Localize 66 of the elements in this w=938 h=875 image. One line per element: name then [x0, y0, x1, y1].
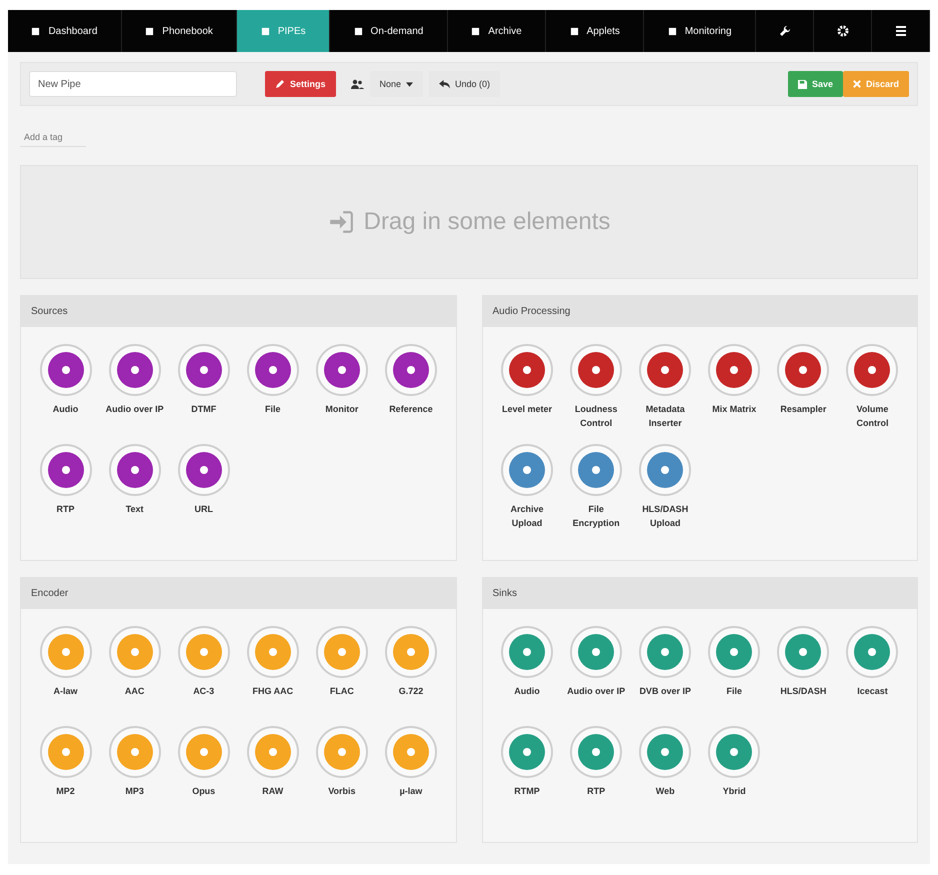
element-tile[interactable]: MP3: [100, 725, 170, 817]
element-tile[interactable]: Reference: [376, 343, 446, 435]
element-tile[interactable]: AAC: [100, 625, 170, 717]
panel-title: Audio Processing: [492, 306, 570, 317]
sign-in-icon: [328, 209, 354, 235]
panel-title: Sources: [31, 306, 68, 317]
settings-icon: [836, 25, 849, 37]
square-icon: [145, 26, 154, 36]
group-dropdown[interactable]: None: [370, 71, 424, 97]
element-tile[interactable]: A-law: [31, 625, 100, 717]
element-tile[interactable]: Metadata Inserter: [630, 343, 700, 435]
element-tile[interactable]: Opus: [169, 725, 238, 817]
element-tile[interactable]: Icecast: [838, 625, 907, 717]
element-tile[interactable]: FHG AAC: [238, 625, 308, 717]
settings-button[interactable]: Settings: [265, 71, 336, 97]
element-tile[interactable]: Audio over IP: [562, 625, 631, 717]
element-tile[interactable]: File Encryption: [562, 443, 631, 535]
element-tile[interactable]: File: [700, 625, 769, 717]
square-icon: [668, 26, 677, 36]
square-icon: [31, 26, 40, 36]
element-tile[interactable]: Ybrid: [700, 725, 769, 817]
element-tile[interactable]: RTP: [562, 725, 631, 817]
undo-button[interactable]: Undo (0): [429, 71, 500, 97]
element-tile[interactable]: DVB over IP: [630, 625, 700, 717]
element-tile[interactable]: File: [238, 343, 308, 435]
wrench-icon: [778, 25, 791, 37]
square-icon: [354, 26, 363, 36]
tag-field[interactable]: Add a tag: [20, 128, 86, 147]
element-tile[interactable]: RAW: [238, 725, 308, 817]
element-tile[interactable]: MP2: [31, 725, 100, 817]
element-tile[interactable]: Monitor: [307, 343, 376, 435]
element-tile[interactable]: FLAC: [307, 625, 376, 717]
square-icon: [471, 26, 480, 36]
back-arrow-icon: [439, 80, 450, 88]
panel-title: Encoder: [31, 588, 68, 599]
element-tile[interactable]: Level meter: [492, 343, 562, 435]
name-field[interactable]: New Pipe: [29, 71, 237, 97]
element-tile[interactable]: Vorbis: [307, 725, 376, 817]
element-tile[interactable]: Audio: [492, 625, 562, 717]
element-tile[interactable]: Text: [100, 443, 170, 535]
menu-icon: [894, 25, 907, 37]
element-tile[interactable]: Audio: [31, 343, 100, 435]
drop-hint: Drag in some elements: [364, 208, 610, 236]
element-tile[interactable]: URL: [169, 443, 238, 535]
element-tile[interactable]: Volume Control: [838, 343, 907, 435]
pencil-icon: [275, 79, 285, 89]
square-icon: [260, 26, 270, 36]
square-icon: [570, 26, 579, 36]
element-tile[interactable]: RTMP: [492, 725, 562, 817]
element-tile[interactable]: Mix Matrix: [700, 343, 769, 435]
element-tile[interactable]: RTP: [31, 443, 100, 535]
element-tile[interactable]: Audio over IP: [100, 343, 170, 435]
element-tile[interactable]: Resampler: [768, 343, 838, 435]
element-tile[interactable]: G.722: [376, 625, 446, 717]
element-tile[interactable]: HLS/DASH: [768, 625, 838, 717]
element-tile[interactable]: Archive Upload: [492, 443, 562, 535]
close-icon: [852, 80, 861, 88]
element-tile[interactable]: DTMF: [169, 343, 238, 435]
element-tile[interactable]: HLS/DASH Upload: [630, 443, 700, 535]
element-tile[interactable]: Loudness Control: [562, 343, 631, 435]
users-icon: [350, 79, 364, 89]
element-tile[interactable]: AC-3: [169, 625, 238, 717]
element-tile[interactable]: µ-law: [376, 725, 446, 817]
panel-title: Sinks: [492, 588, 517, 599]
caret-icon: [406, 82, 414, 86]
element-tile[interactable]: Web: [630, 725, 700, 817]
